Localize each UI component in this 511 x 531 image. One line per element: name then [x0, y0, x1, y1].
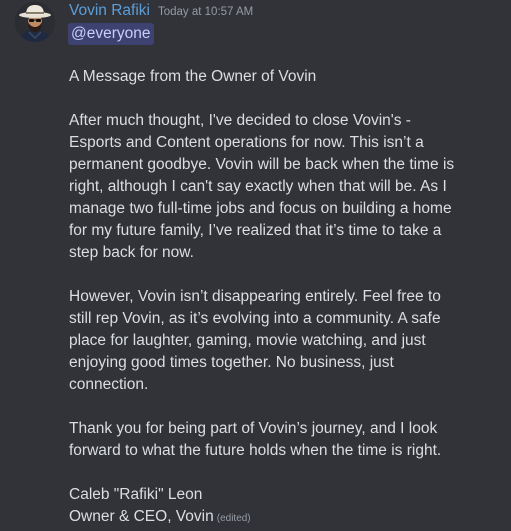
message-line: step back for now.: [69, 244, 194, 261]
message-line: However, Vovin isn’t disappearing entire…: [69, 288, 441, 305]
message-line: place for laughter, gaming, movie watchi…: [69, 332, 426, 349]
message: Vovin Rafiki Today at 10:57 AM @everyone…: [0, 0, 511, 531]
message-line: enjoying good times together. No busines…: [69, 354, 394, 371]
message-line: for my future family, I’ve realized that…: [69, 222, 442, 239]
signature-title: Owner & CEO, Vovin: [69, 508, 214, 525]
avatar[interactable]: [15, 2, 55, 42]
message-timestamp[interactable]: Today at 10:57 AM: [158, 6, 253, 18]
message-line: manage two full-time jobs and focus on b…: [69, 200, 452, 217]
message-heading: A Message from the Owner of Vovin: [69, 68, 317, 85]
message-content: A Message from the Owner of Vovin After …: [69, 66, 489, 528]
signature-name: Caleb "Rafiki" Leon: [69, 486, 203, 503]
edited-label[interactable]: (edited): [217, 513, 251, 524]
message-line: right, although I can't say exactly when…: [69, 178, 447, 195]
avatar-cowboy-hat-icon: [15, 2, 55, 42]
message-line: Thank you for being part of Vovin’s jour…: [69, 420, 438, 437]
message-line: After much thought, I've decided to clos…: [69, 112, 411, 129]
message-line: forward to what the future holds when th…: [69, 442, 442, 459]
everyone-mention[interactable]: @everyone: [68, 23, 154, 45]
message-header: Vovin Rafiki Today at 10:57 AM: [69, 2, 253, 24]
message-line: still rep Vovin, as it’s evolving into a…: [69, 310, 441, 327]
author-username[interactable]: Vovin Rafiki: [69, 2, 150, 20]
message-line: connection.: [69, 376, 149, 393]
message-line: permanent goodbye. Vovin will be back wh…: [69, 156, 455, 173]
message-line: Esports and Content operations for now. …: [69, 134, 424, 151]
signature-title-line: Owner & CEO, Vovin (edited): [69, 506, 489, 528]
